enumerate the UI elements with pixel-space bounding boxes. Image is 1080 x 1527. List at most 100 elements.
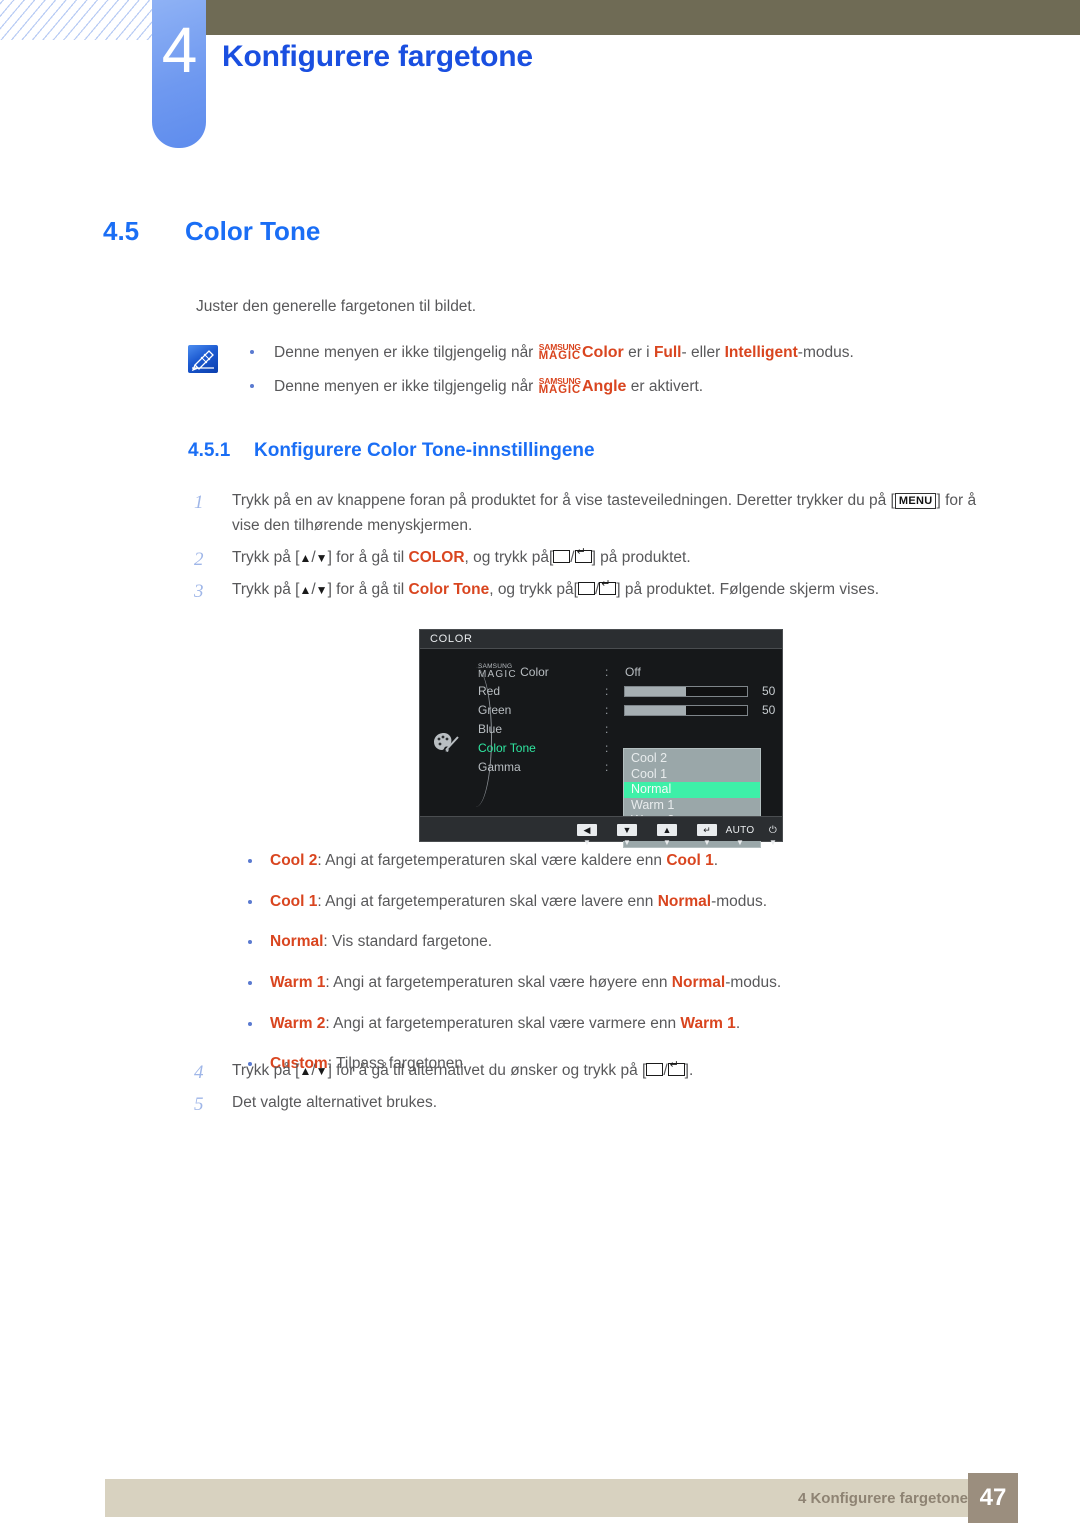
osd-row-gamma: Gamma [478, 760, 521, 774]
step-item: 5 Det valgte alternativet brukes. [194, 1090, 994, 1115]
note-text-pre: Denne menyen er ikke tilgjengelig når [274, 344, 538, 361]
note-item: Denne menyen er ikke tilgjengelig når SA… [238, 375, 998, 399]
option-desc-post: . [735, 1014, 741, 1032]
bullet-dot [248, 1021, 252, 1026]
note-text-mid: er aktivert. [626, 378, 704, 395]
osd-key-auto[interactable]: AUTO ▼ [723, 820, 757, 847]
osd-label-column: SAMSUNG MAGIC Color Red Green Blue Color … [478, 663, 598, 777]
enter-button-icon [599, 579, 617, 596]
option-term: Cool 2 [270, 852, 318, 869]
samsung-magic-logo: SAMSUNG MAGIC [538, 375, 581, 396]
option-term: Warm 1 [270, 974, 326, 992]
enter-button-icon [574, 547, 592, 564]
down-arrow-icon: ▼ [315, 1064, 328, 1078]
step-number: 4 [194, 1062, 204, 1083]
osd-magic-color-value: Off [625, 665, 641, 679]
osd-key-left[interactable]: ◀ ▼ [570, 820, 604, 847]
osd-key-up[interactable]: ▲ ▼ [650, 820, 684, 847]
note-highlight-full: Full [653, 344, 682, 361]
list-item: Warm 2: Angi at fargetemperaturen skal v… [238, 1013, 1018, 1035]
list-item: Warm 1: Angi at fargetemperaturen skal v… [238, 972, 1018, 994]
option-term: Normal [270, 933, 324, 951]
bullet-dot [248, 899, 252, 904]
option-desc-post: -modus. [725, 974, 782, 992]
step-text-b: ] for å gå til [327, 549, 409, 567]
magic-feature-name: Color [582, 344, 624, 361]
dropdown-option-cool1[interactable]: Cool 1 [624, 767, 760, 783]
step-text-c: ]. [684, 1062, 694, 1079]
osd-red-slider[interactable] [624, 686, 748, 697]
key-caret: ▼ [663, 838, 671, 847]
palette-icon [433, 731, 461, 757]
option-term-ref: Warm 1 [680, 1014, 736, 1032]
step-text-c: , og trykk på[ [464, 549, 554, 567]
step-number: 3 [194, 581, 204, 603]
hatch-decoration [0, 0, 152, 40]
up-arrow-icon: ▲ [299, 583, 312, 598]
step-target-color: COLOR [408, 549, 465, 567]
bullet-dot [248, 940, 252, 945]
menu-key-badge: MENU [894, 493, 937, 509]
option-term-ref: Normal [657, 892, 712, 910]
step-text-b: ] for å gå til alternativet du ønsker og… [327, 1062, 647, 1079]
page-number-badge: 47 [968, 1473, 1018, 1523]
list-item: Normal: Vis standard fargetone. [238, 931, 1018, 953]
option-desc-post: -modus. [711, 892, 768, 910]
key-caret: ▼ [769, 838, 777, 847]
option-desc: : Angi at fargetemperaturen skal være va… [325, 1014, 681, 1032]
option-term: Cool 1 [270, 892, 318, 910]
samsung-magic-logo: SAMSUNG MAGIC [538, 341, 581, 362]
osd-key-enter[interactable]: ↵ ▼ [690, 820, 724, 847]
step-text-a: Trykk på [ [232, 549, 300, 567]
list-item: Cool 1: Angi at fargetemperaturen skal v… [238, 891, 1018, 913]
osd-row-red: Red [478, 684, 501, 698]
osd-colon: : [605, 722, 609, 736]
osd-title-label: COLOR [430, 633, 473, 645]
step-item: 2 Trykk på [▲/▼] for å gå til COLOR, og … [194, 545, 994, 570]
dropdown-option-cool2[interactable]: Cool 2 [624, 751, 760, 767]
option-desc: : Angi at fargetemperaturen skal være hø… [325, 974, 672, 992]
chapter-title: Konfigurere fargetone [222, 40, 533, 73]
down-arrow-icon: ▼ [617, 824, 637, 836]
osd-colon: : [605, 741, 609, 755]
osd-row-magic-color: SAMSUNG MAGIC Color [478, 662, 549, 680]
bullet-dot [248, 859, 252, 863]
note-text-pre: Denne menyen er ikke tilgjengelig når [274, 378, 538, 395]
step-item: 3 Trykk på [▲/▼] for å gå til Color Tone… [194, 577, 994, 602]
key-caret: ▼ [583, 838, 591, 847]
dropdown-option-normal[interactable]: Normal [624, 782, 760, 798]
bullet-dot [250, 384, 254, 388]
step-text-a: Trykk på [ [232, 1062, 300, 1079]
steps-list-bottom: 4 Trykk på [▲/▼] for å gå til alternativ… [194, 1058, 994, 1122]
note-item: Denne menyen er ikke tilgjengelig når SA… [238, 341, 998, 365]
osd-green-slider[interactable] [624, 705, 748, 716]
key-caret: ▼ [623, 838, 631, 847]
section-number: 4.5 [103, 216, 140, 246]
dropdown-option-warm1[interactable]: Warm 1 [624, 798, 760, 814]
osd-body: SAMSUNG MAGIC Color Red Green Blue Color … [420, 649, 782, 848]
magic-feature-name: Angle [582, 378, 627, 395]
option-desc: : Angi at fargetemperaturen skal være la… [317, 892, 658, 910]
section-intro: Juster den generelle fargetonen til bild… [196, 298, 477, 315]
down-arrow-icon: ▼ [315, 551, 328, 566]
note-list: Denne menyen er ikke tilgjengelig når SA… [238, 341, 998, 409]
osd-key-down[interactable]: ▼ ▼ [610, 820, 644, 847]
osd-key-power[interactable]: ⏻ ▼ [756, 820, 790, 847]
step-number: 5 [194, 1094, 204, 1116]
steps-list-top: 1 Trykk på en av knappene foran på produ… [194, 488, 994, 609]
subsection-title: Konfigurere Color Tone-innstillingene [254, 440, 595, 461]
left-arrow-icon: ◀ [577, 824, 597, 836]
step-text-c: , og trykk på[ [489, 581, 578, 599]
osd-button-bar: ◀ ▼ ▼ ▼ ▲ ▼ ↵ ▼ AUTO ▼ ⏻ ▼ [420, 816, 782, 847]
osd-title-bar: COLOR [420, 630, 782, 649]
enter-icon: ↵ [697, 824, 717, 836]
source-button-icon [577, 582, 595, 596]
bullet-dot [250, 350, 254, 354]
step-item: 1 Trykk på en av knappene foran på produ… [194, 488, 994, 538]
down-arrow-icon: ▼ [315, 583, 328, 598]
step-item: 4 Trykk på [▲/▼] for å gå til alternativ… [194, 1058, 994, 1083]
page-title: 4.5 Color Tone [103, 216, 320, 247]
enter-button-icon [667, 1060, 685, 1076]
osd-colon-column: : : : : : : [605, 663, 608, 777]
power-icon: ⏻ [768, 825, 778, 836]
